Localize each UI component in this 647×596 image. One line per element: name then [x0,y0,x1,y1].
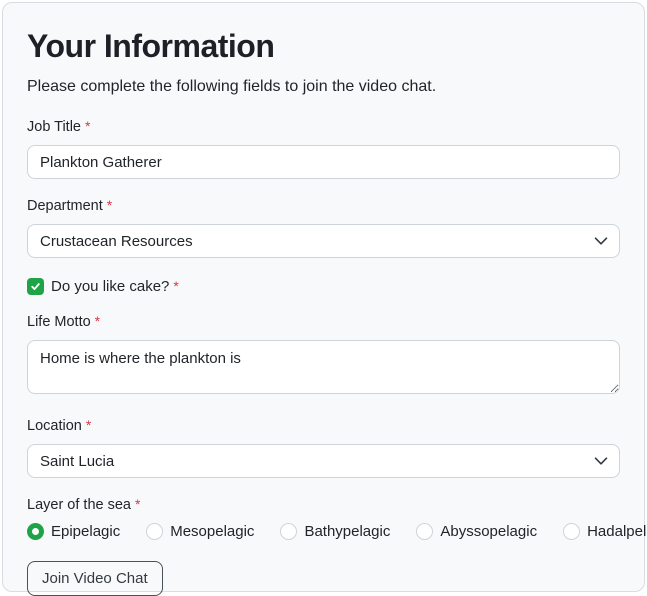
required-asterisk: * [95,313,100,329]
radio-label: Mesopelagic [170,523,254,540]
location-select-wrap: Saint Lucia [27,444,620,478]
cake-label-text: Do you like cake? [51,278,169,295]
field-job-title: Job Title* [27,118,620,179]
field-life-motto: Life Motto* Home is where the plankton i… [27,313,620,399]
cake-label: Do you like cake?* [51,278,179,295]
required-asterisk: * [107,197,112,213]
radio-label: Abyssopelagic [440,523,537,540]
job-title-label: Job Title* [27,118,620,135]
radio-abyssopelagic[interactable]: Abyssopelagic [416,523,537,540]
form-card: Your Information Please complete the fol… [2,2,645,592]
sea-layer-label-text: Layer of the sea [27,497,131,513]
field-location: Location* Saint Lucia [27,417,620,478]
life-motto-label: Life Motto* [27,313,620,330]
location-select[interactable]: Saint Lucia [27,444,620,478]
radio-selected-icon [27,523,44,540]
radio-unselected-icon [416,523,433,540]
radio-unselected-icon [563,523,580,540]
cake-checkbox[interactable] [27,278,44,295]
radio-hadalpelagic[interactable]: Hadalpelagic [563,523,647,540]
department-label: Department* [27,197,620,214]
radio-label: Hadalpelagic [587,523,647,540]
required-asterisk: * [85,118,90,134]
life-motto-label-text: Life Motto [27,314,91,330]
radio-bathypelagic[interactable]: Bathypelagic [280,523,390,540]
job-title-input[interactable] [27,145,620,179]
department-select-wrap: Crustacean Resources [27,224,620,258]
page-title: Your Information [27,29,620,64]
department-label-text: Department [27,198,103,214]
cake-checkbox-row[interactable]: Do you like cake?* [27,278,620,295]
required-asterisk: * [173,278,178,294]
join-video-chat-button[interactable]: Join Video Chat [27,561,163,596]
radio-unselected-icon [280,523,297,540]
department-select[interactable]: Crustacean Resources [27,224,620,258]
required-asterisk: * [135,496,140,512]
job-title-label-text: Job Title [27,119,81,135]
location-label-text: Location [27,418,82,434]
sea-layer-label: Layer of the sea* [27,496,620,513]
field-sea-layer: Layer of the sea* Epipelagic Mesopelagic… [27,496,620,540]
life-motto-textarea[interactable]: Home is where the plankton is [27,340,620,394]
page-subtitle: Please complete the following fields to … [27,77,620,96]
radio-label: Epipelagic [51,523,120,540]
radio-mesopelagic[interactable]: Mesopelagic [146,523,254,540]
location-label: Location* [27,417,620,434]
radio-label: Bathypelagic [304,523,390,540]
sea-layer-radio-group: Epipelagic Mesopelagic Bathypelagic Abys… [27,523,620,540]
radio-epipelagic[interactable]: Epipelagic [27,523,120,540]
check-icon [30,281,41,292]
radio-unselected-icon [146,523,163,540]
field-department: Department* Crustacean Resources [27,197,620,258]
required-asterisk: * [86,417,91,433]
